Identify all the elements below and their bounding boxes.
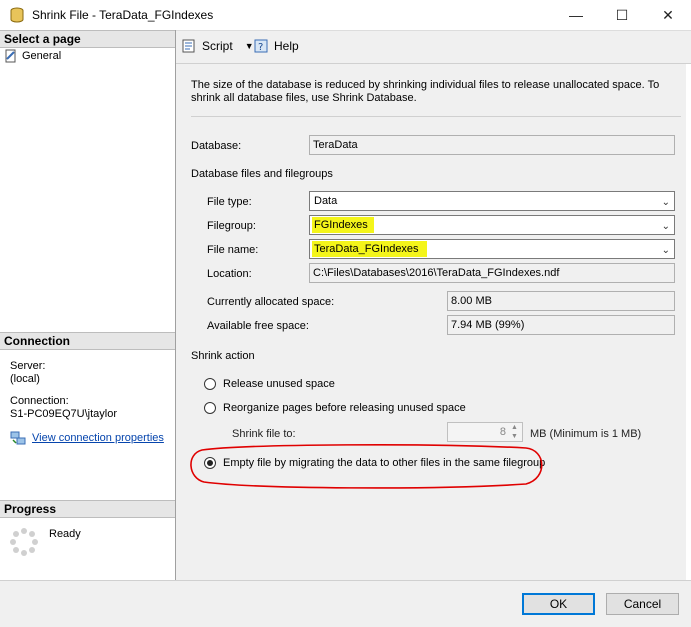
minimize-button[interactable]: —	[553, 0, 599, 30]
allocated-label: Currently allocated space:	[207, 296, 335, 308]
window-title: Shrink File - TeraData_FGIndexes	[32, 8, 214, 22]
connection-label: Connection:	[10, 395, 69, 407]
server-value: (local)	[10, 373, 40, 385]
title-bar: Shrink File - TeraData_FGIndexes — ☐ ✕	[0, 0, 691, 31]
option-release-unused[interactable]: Release unused space	[204, 378, 335, 390]
select-page-header: Select a page	[0, 30, 175, 48]
file-type-value: Data	[314, 195, 338, 207]
dropdown-arrow-icon[interactable]: ▼	[245, 41, 254, 51]
radio-release[interactable]	[204, 378, 216, 390]
description-text: The size of the database is reduced by s…	[191, 79, 660, 104]
location-label: Location:	[207, 268, 252, 280]
allocated-value: 8.00 MB	[447, 291, 675, 311]
file-name-value: TeraData_FGIndexes	[312, 241, 427, 257]
progress-status: Ready	[49, 528, 81, 540]
file-name-select[interactable]: TeraData_FGIndexes ⌄	[309, 239, 675, 259]
svg-text:?: ?	[258, 42, 263, 53]
shrink-to-label: Shrink file to:	[232, 428, 296, 440]
option-reorganize[interactable]: Reorganize pages before releasing unused…	[204, 402, 466, 414]
filegroup-value: FGIndexes	[312, 217, 374, 233]
option-reorganize-label: Reorganize pages before releasing unused…	[223, 402, 466, 414]
radio-reorganize[interactable]	[204, 402, 216, 414]
view-connection-properties[interactable]: View connection properties	[10, 431, 164, 445]
connection-value: S1-PC09EQ7U\jtaylor	[10, 408, 117, 420]
database-icon	[10, 7, 24, 23]
script-button[interactable]: Script ▼	[182, 39, 254, 53]
files-section-label: Database files and filegroups	[191, 168, 333, 180]
filegroup-select[interactable]: FGIndexes ⌄	[309, 215, 675, 235]
maximize-button[interactable]: ☐	[599, 0, 645, 30]
footer: OK Cancel	[0, 580, 691, 627]
help-button[interactable]: ? Help	[254, 39, 299, 53]
chevron-down-icon: ⌄	[661, 245, 670, 256]
free-value: 7.94 MB (99%)	[447, 315, 675, 335]
help-label: Help	[274, 39, 299, 53]
progress-spinner-icon	[10, 528, 38, 556]
cancel-button[interactable]: Cancel	[606, 593, 679, 615]
ok-button[interactable]: OK	[522, 593, 595, 615]
spin-arrows-icon[interactable]: ▲ ▼	[508, 423, 521, 441]
general-page: The size of the database is reduced by s…	[176, 64, 686, 580]
script-icon	[182, 39, 195, 53]
page-item-label: General	[22, 50, 62, 62]
help-icon: ?	[254, 39, 268, 53]
chevron-down-icon: ⌄	[661, 197, 670, 208]
connection-header: Connection	[0, 332, 175, 350]
filegroup-label: Filegroup:	[207, 220, 256, 232]
progress-header: Progress	[0, 500, 175, 518]
red-annotation-ellipse	[190, 444, 543, 489]
option-release-label: Release unused space	[223, 378, 335, 390]
shrink-action-label: Shrink action	[191, 350, 255, 362]
chevron-down-icon: ⌄	[661, 221, 670, 232]
page-wrench-icon	[5, 49, 16, 63]
network-icon	[10, 431, 26, 445]
divider	[191, 116, 681, 117]
file-name-label: File name:	[207, 244, 259, 256]
page-item-general[interactable]: General	[4, 49, 61, 63]
close-button[interactable]: ✕	[645, 0, 691, 30]
view-connection-link[interactable]: View connection properties	[32, 432, 164, 444]
toolbar: Script ▼ ? Help	[176, 31, 691, 64]
server-label: Server:	[10, 360, 46, 372]
left-pane: Select a page General Connection Server:…	[0, 30, 176, 580]
shrink-to-unit: MB (Minimum is 1 MB)	[530, 428, 642, 440]
database-label: Database:	[191, 140, 242, 152]
file-type-select[interactable]: Data ⌄	[309, 191, 675, 211]
file-type-label: File type:	[207, 196, 252, 208]
location-field: C:\Files\Databases\2016\TeraData_FGIndex…	[309, 263, 675, 283]
database-field: TeraData	[309, 135, 675, 155]
script-label: Script	[202, 39, 233, 53]
free-label: Available free space:	[207, 320, 309, 332]
